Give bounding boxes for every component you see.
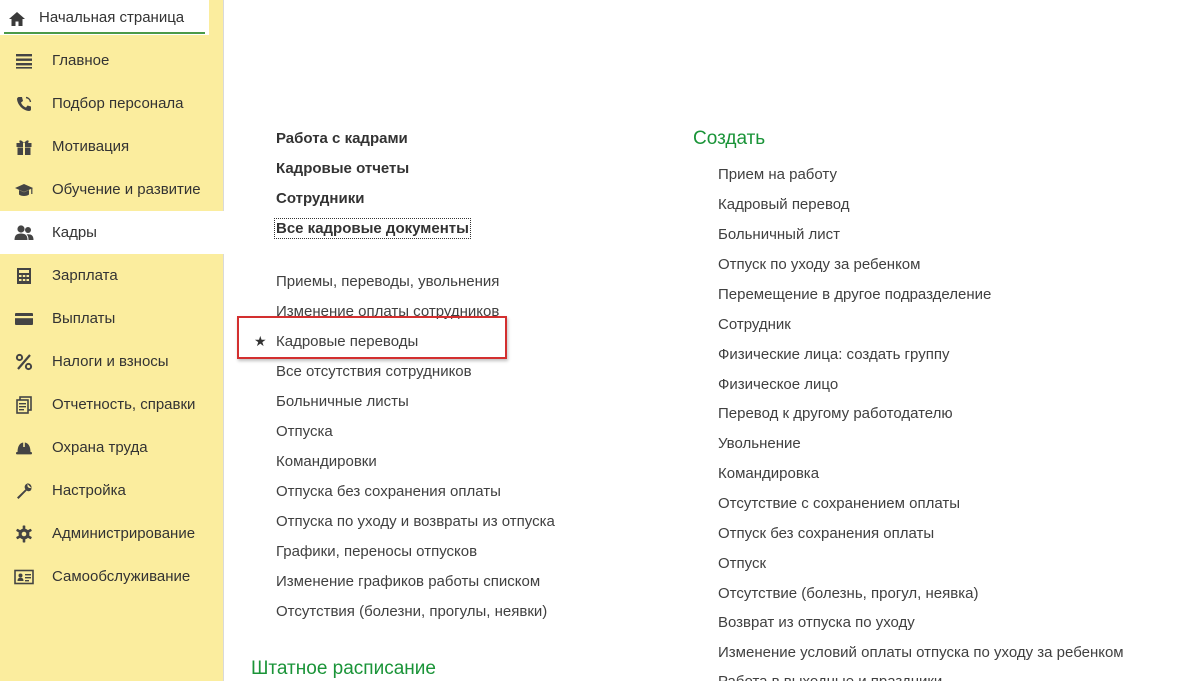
sidebar-item-labor-safety[interactable]: Охрана труда — [0, 426, 224, 469]
create-link[interactable]: Перевод к другому работодателю — [718, 405, 953, 422]
sidebar-item-settings[interactable]: Настройка — [0, 469, 224, 512]
create-link[interactable]: Командировка — [718, 465, 819, 482]
active-tab-underline — [4, 32, 205, 34]
create-link[interactable]: Отпуск по уходу за ребенком — [718, 256, 920, 273]
sidebar-item-label: Выплаты — [52, 310, 116, 327]
phone-icon — [14, 94, 34, 114]
create-link[interactable]: Изменение условий оплаты отпуска по уход… — [718, 644, 1124, 661]
link-hr-work[interactable]: Работа с кадрами — [276, 130, 408, 147]
link-hiring-transfers-dismissals[interactable]: Приемы, переводы, увольнения — [276, 273, 499, 290]
create-link[interactable]: Возврат из отпуска по уходу — [718, 614, 915, 631]
link-absences-illness[interactable]: Отсутствия (болезни, прогулы, неявки) — [276, 603, 547, 620]
gear-icon — [14, 524, 34, 544]
sidebar-item-label: Мотивация — [52, 138, 130, 155]
documents-icon — [14, 395, 34, 415]
link-all-absences[interactable]: Все отсутствия сотрудников — [276, 363, 472, 380]
sidebar-item-payments[interactable]: Выплаты — [0, 297, 224, 340]
create-link[interactable]: Сотрудник — [718, 316, 791, 333]
graduation-cap-icon — [14, 180, 34, 200]
sidebar-item-label: Зарплата — [52, 267, 118, 284]
percent-icon — [14, 352, 34, 372]
sidebar-item-salary[interactable]: Зарплата — [0, 254, 224, 297]
sidebar-item-label: Обучение и развитие — [52, 181, 201, 198]
staff-schedule-title[interactable]: Штатное расписание — [251, 658, 436, 680]
helmet-icon — [14, 438, 34, 458]
menu-lines-icon — [14, 51, 34, 71]
sidebar-item-administration[interactable]: Администрирование — [0, 512, 224, 555]
star-icon[interactable]: ★ — [254, 333, 267, 350]
calculator-icon — [14, 266, 34, 286]
link-hr-transfers[interactable]: Кадровые переводы — [276, 333, 418, 350]
create-link[interactable]: Отсутствие (болезнь, прогул, неявка) — [718, 585, 978, 602]
create-link[interactable]: Физическое лицо — [718, 376, 838, 393]
sidebar-item-label: Налоги и взносы — [52, 353, 169, 370]
gift-icon — [14, 137, 34, 157]
sidebar-item-hr[interactable]: Кадры — [0, 211, 225, 254]
sidebar-item-reports[interactable]: Отчетность, справки — [0, 383, 224, 426]
link-vacation-schedules[interactable]: Графики, переносы отпусков — [276, 543, 477, 560]
wrench-icon — [14, 481, 34, 501]
create-link[interactable]: Прием на работу — [718, 166, 837, 183]
sidebar-item-taxes[interactable]: Налоги и взносы — [0, 340, 224, 383]
create-link[interactable]: Отпуск — [718, 555, 766, 572]
link-sick-leaves[interactable]: Больничные листы — [276, 393, 409, 410]
sidebar-item-label: Охрана труда — [52, 439, 148, 456]
create-link[interactable]: Физические лица: создать группу — [718, 346, 949, 363]
sidebar-item-recruitment[interactable]: Подбор персонала — [0, 82, 224, 125]
sidebar-item-motivation[interactable]: Мотивация — [0, 125, 224, 168]
sidebar: Начальная страница Главное Подбор персон… — [0, 0, 225, 681]
home-icon — [9, 12, 25, 26]
sidebar-item-main[interactable]: Главное — [0, 39, 224, 82]
create-link[interactable]: Работа в выходные и праздники — [718, 673, 942, 681]
sidebar-item-label: Настройка — [52, 482, 126, 499]
home-tab-label: Начальная страница — [39, 9, 185, 26]
link-all-hr-documents[interactable]: Все кадровые документы — [274, 218, 471, 239]
id-card-icon — [14, 567, 34, 587]
home-tab[interactable]: Начальная страница — [0, 0, 209, 35]
sidebar-item-label: Кадры — [52, 224, 97, 241]
sidebar-item-label: Отчетность, справки — [52, 396, 196, 413]
main-content: Работа с кадрами Кадровые отчеты Сотрудн… — [225, 0, 1200, 681]
sidebar-item-label: Администрирование — [52, 525, 196, 542]
create-link[interactable]: Отпуск без сохранения оплаты — [718, 525, 934, 542]
people-icon — [14, 223, 34, 243]
link-hr-reports[interactable]: Кадровые отчеты — [276, 160, 409, 177]
link-unpaid-leaves[interactable]: Отпуска без сохранения оплаты — [276, 483, 501, 500]
sidebar-item-label: Главное — [52, 52, 110, 69]
sidebar-item-label: Самообслуживание — [52, 568, 191, 585]
create-link[interactable]: Увольнение — [718, 435, 801, 452]
card-icon — [14, 309, 34, 329]
create-link[interactable]: Кадровый перевод — [718, 196, 850, 213]
link-employees[interactable]: Сотрудники — [276, 190, 364, 207]
create-link[interactable]: Больничный лист — [718, 226, 840, 243]
create-link[interactable]: Отсутствие с сохранением оплаты — [718, 495, 960, 512]
link-vacations[interactable]: Отпуска — [276, 423, 333, 440]
create-link[interactable]: Перемещение в другое подразделение — [718, 286, 991, 303]
sidebar-item-training[interactable]: Обучение и развитие — [0, 168, 224, 211]
link-business-trips[interactable]: Командировки — [276, 453, 377, 470]
sidebar-nav: Главное Подбор персонала Мотивация Обуче… — [0, 39, 225, 598]
link-parental-leaves[interactable]: Отпуска по уходу и возвраты из отпуска — [276, 513, 555, 530]
create-title: Создать — [693, 128, 766, 149]
sidebar-item-self-service[interactable]: Самообслуживание — [0, 555, 224, 598]
sidebar-item-label: Подбор персонала — [52, 95, 184, 112]
link-work-schedule-changes[interactable]: Изменение графиков работы списком — [276, 573, 540, 590]
